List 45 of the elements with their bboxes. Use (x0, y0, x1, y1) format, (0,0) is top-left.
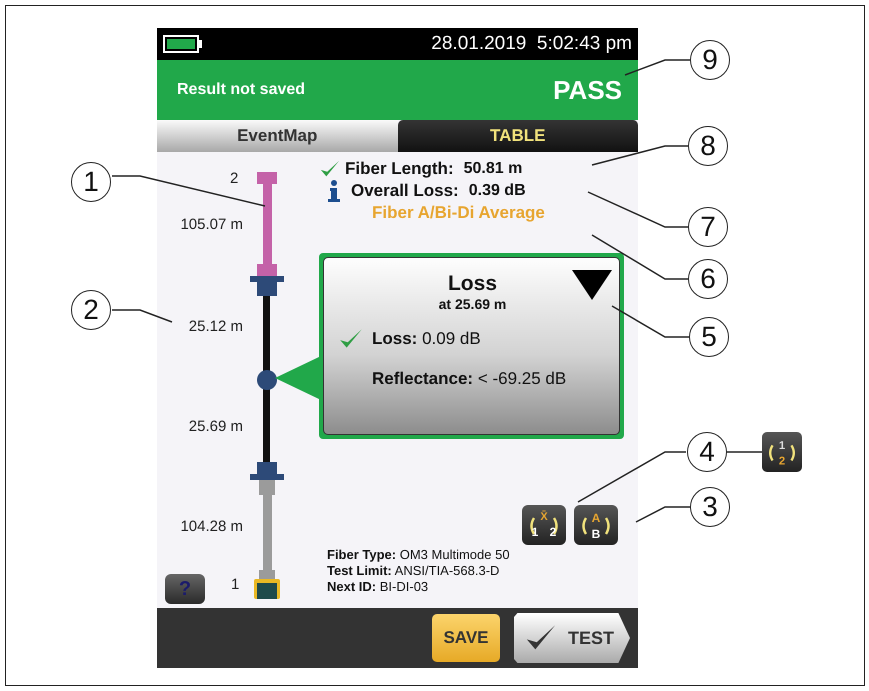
event-loss: Loss: 0.09 dB (372, 329, 481, 349)
overall-loss-value: 0.39 dB (468, 182, 526, 200)
leader-line (112, 309, 172, 323)
leader-line (636, 506, 690, 523)
test-info-line: Next ID: BI-DI-03 (327, 579, 430, 595)
event-popup[interactable]: Loss at 25.69 m Loss: 0.09 dB Reflectance: < -69.25 dB (319, 253, 624, 439)
view-tab[interactable]: EventMap (157, 120, 398, 152)
battery-icon (163, 35, 203, 53)
segment-length: 105.07 m (180, 216, 243, 233)
event-title: Loss (448, 272, 497, 296)
callout-number: 2 (71, 290, 111, 330)
callout-number: 7 (688, 207, 728, 247)
info-icon (327, 180, 341, 202)
leader-line (727, 451, 762, 453)
segment-length: 25.12 m (188, 318, 243, 335)
test-info-line: Test Limit: ANSI/TIA-568.3-D (327, 563, 500, 579)
overall-loss-label: Overall Loss: (351, 181, 459, 201)
callout-number: 1 (71, 162, 111, 202)
fiber-note: Fiber A/Bi-Di Average (372, 203, 545, 223)
near-end-label: 1 (231, 576, 240, 593)
test-button[interactable]: TEST (514, 613, 630, 663)
callout-number: 5 (689, 317, 729, 357)
save-status: Result not saved (177, 81, 306, 99)
date-time: 28.01.2019 5:02:43 pm (431, 33, 632, 55)
test-result: PASS (553, 74, 622, 106)
save-button[interactable]: SAVE (432, 614, 500, 662)
segment-length: 25.69 m (188, 418, 243, 435)
callout-number: 8 (688, 126, 728, 166)
popup-pointer (275, 356, 321, 400)
leader-line (624, 59, 690, 76)
event-distance: at 25.69 m (438, 296, 506, 312)
segment-length: 104.28 m (180, 518, 243, 535)
event-reflectance: Reflectance: < -69.25 dB (372, 369, 566, 389)
far-end-label: 2 (230, 170, 238, 187)
view-tab[interactable]: TABLE (398, 120, 638, 152)
callout-number: 4 (687, 432, 727, 472)
order-bottom-number: 2 (778, 455, 786, 468)
test-info-line: Fiber Type: OM3 Multimode 50 (327, 547, 511, 563)
callout-number: 3 (690, 487, 730, 527)
callout-number: 9 (690, 40, 730, 80)
fiber-length-label: Fiber Length: (345, 159, 454, 179)
dropdown-triangle-icon[interactable] (572, 270, 612, 300)
order-top-number: 1 (778, 440, 786, 452)
callout-number: 6 (688, 259, 728, 299)
fiber-length-value: 50.81 m (464, 160, 522, 178)
